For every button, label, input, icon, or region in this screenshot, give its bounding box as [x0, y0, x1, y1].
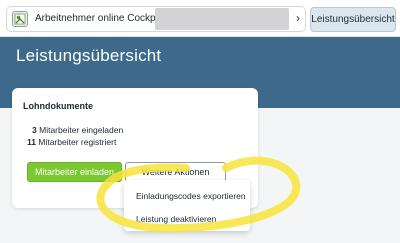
app-icon: [12, 11, 28, 27]
invite-employees-button[interactable]: Mitarbeiter einladen: [27, 162, 122, 182]
leistungsuebersicht-button[interactable]: Leistungsübersicht: [310, 7, 396, 32]
page-title: Leistungsübersicht: [16, 46, 162, 65]
breadcrumb-redacted-area: [155, 8, 289, 30]
stat-registered: 11 Mitarbeiter registriert: [27, 137, 116, 147]
card-title: Lohndokumente: [23, 101, 93, 111]
breadcrumb[interactable]: Arbeitnehmer online Cockpit ›: [6, 6, 306, 32]
stat-count: 3: [32, 125, 37, 135]
top-bar: Arbeitnehmer online Cockpit › Leistungsü…: [0, 0, 400, 37]
stat-label: Mitarbeiter eingeladen: [39, 125, 124, 135]
more-actions-dropdown: Einladungscodes exportieren Leistung dea…: [124, 180, 250, 231]
export-invitation-codes-item[interactable]: Einladungscodes exportieren: [136, 191, 246, 201]
stat-invited: 3 Mitarbeiter eingeladen: [32, 125, 123, 135]
stat-count: 11: [27, 137, 36, 147]
chevron-right-icon[interactable]: ›: [292, 11, 304, 27]
more-actions-button[interactable]: Weitere Aktionen: [125, 162, 226, 182]
stat-label: Mitarbeiter registriert: [38, 137, 117, 147]
breadcrumb-label[interactable]: Arbeitnehmer online Cockpit: [35, 13, 161, 24]
deactivate-service-item[interactable]: Leistung deaktivieren: [136, 214, 216, 224]
